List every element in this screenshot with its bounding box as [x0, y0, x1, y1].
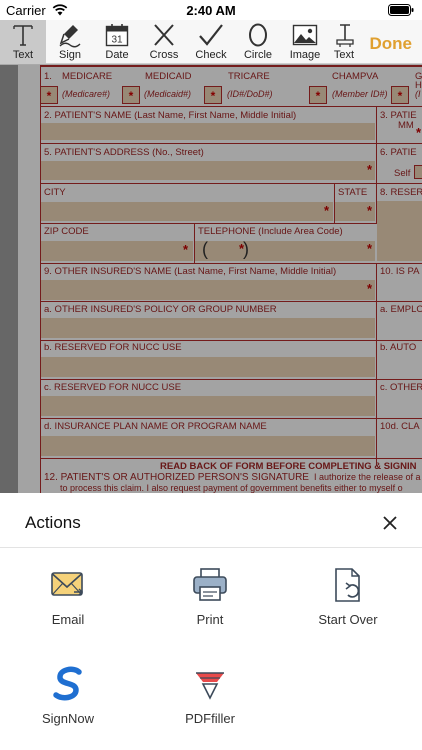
- actions-sheet: Actions Email Print Start Over SignNow P…: [0, 493, 422, 750]
- tool-date-label: Date: [105, 49, 129, 61]
- print-action[interactable]: Print: [165, 566, 255, 627]
- tool-sign-label: Sign: [58, 49, 82, 61]
- tool-date[interactable]: 31 Date: [94, 20, 140, 64]
- annotation-toolbar: Text Sign 31 Date Cross Check Circle Ima…: [0, 20, 422, 64]
- tool-text-label: Text: [12, 49, 34, 61]
- cross-icon: [154, 24, 174, 46]
- tool-check[interactable]: Check: [188, 20, 234, 64]
- modal-dim-overlay[interactable]: [0, 65, 422, 493]
- start-over-icon: [335, 568, 360, 602]
- document-canvas[interactable]: 1. MEDICARE MEDICAID TRICARE CHAMPVA G H…: [0, 65, 422, 493]
- done-button[interactable]: Done: [370, 34, 413, 54]
- pdffiller-label: PDFfiller: [185, 711, 235, 726]
- print-label: Print: [196, 612, 224, 627]
- tool-check-label: Check: [195, 49, 227, 61]
- start-over-action[interactable]: Start Over: [303, 566, 393, 627]
- pdffiller-action[interactable]: PDFfiller: [165, 665, 255, 726]
- image-icon: [292, 24, 318, 46]
- clock: 2:40 AM: [186, 3, 236, 18]
- tool-text-stamp-label: Text: [333, 49, 355, 61]
- text-stamp-icon: [336, 24, 354, 47]
- tool-sign[interactable]: Sign: [47, 20, 93, 64]
- pen-nib-icon: [59, 25, 81, 48]
- tool-circle-label: Circle: [243, 49, 273, 61]
- tool-image[interactable]: Image: [282, 20, 328, 64]
- text-icon: [13, 25, 33, 46]
- tool-text[interactable]: Text: [0, 20, 46, 64]
- actions-title: Actions: [25, 513, 81, 532]
- status-bar: Carrier 2:40 AM: [0, 0, 422, 20]
- signnow-label: SignNow: [41, 711, 95, 726]
- calendar-day: 31: [111, 35, 123, 46]
- circle-icon: [249, 23, 267, 47]
- email-action[interactable]: Email: [23, 566, 113, 627]
- check-icon: [199, 24, 223, 46]
- close-icon[interactable]: [381, 514, 399, 532]
- pdffiller-logo-icon: [196, 672, 224, 700]
- signnow-logo-icon: [53, 666, 82, 701]
- email-label: Email: [51, 612, 85, 627]
- tool-text-stamp[interactable]: Text: [329, 20, 359, 64]
- email-icon: [51, 572, 84, 596]
- battery-icon: [388, 4, 414, 16]
- start-over-label: Start Over: [318, 612, 378, 627]
- tool-circle[interactable]: Circle: [235, 20, 281, 64]
- tool-cross-label: Cross: [149, 49, 179, 61]
- calendar-icon: 31: [105, 24, 129, 47]
- signnow-action[interactable]: SignNow: [23, 665, 113, 726]
- tool-cross[interactable]: Cross: [141, 20, 187, 64]
- printer-icon: [193, 568, 227, 601]
- sheet-divider: [0, 547, 422, 548]
- tool-image-label: Image: [289, 49, 321, 61]
